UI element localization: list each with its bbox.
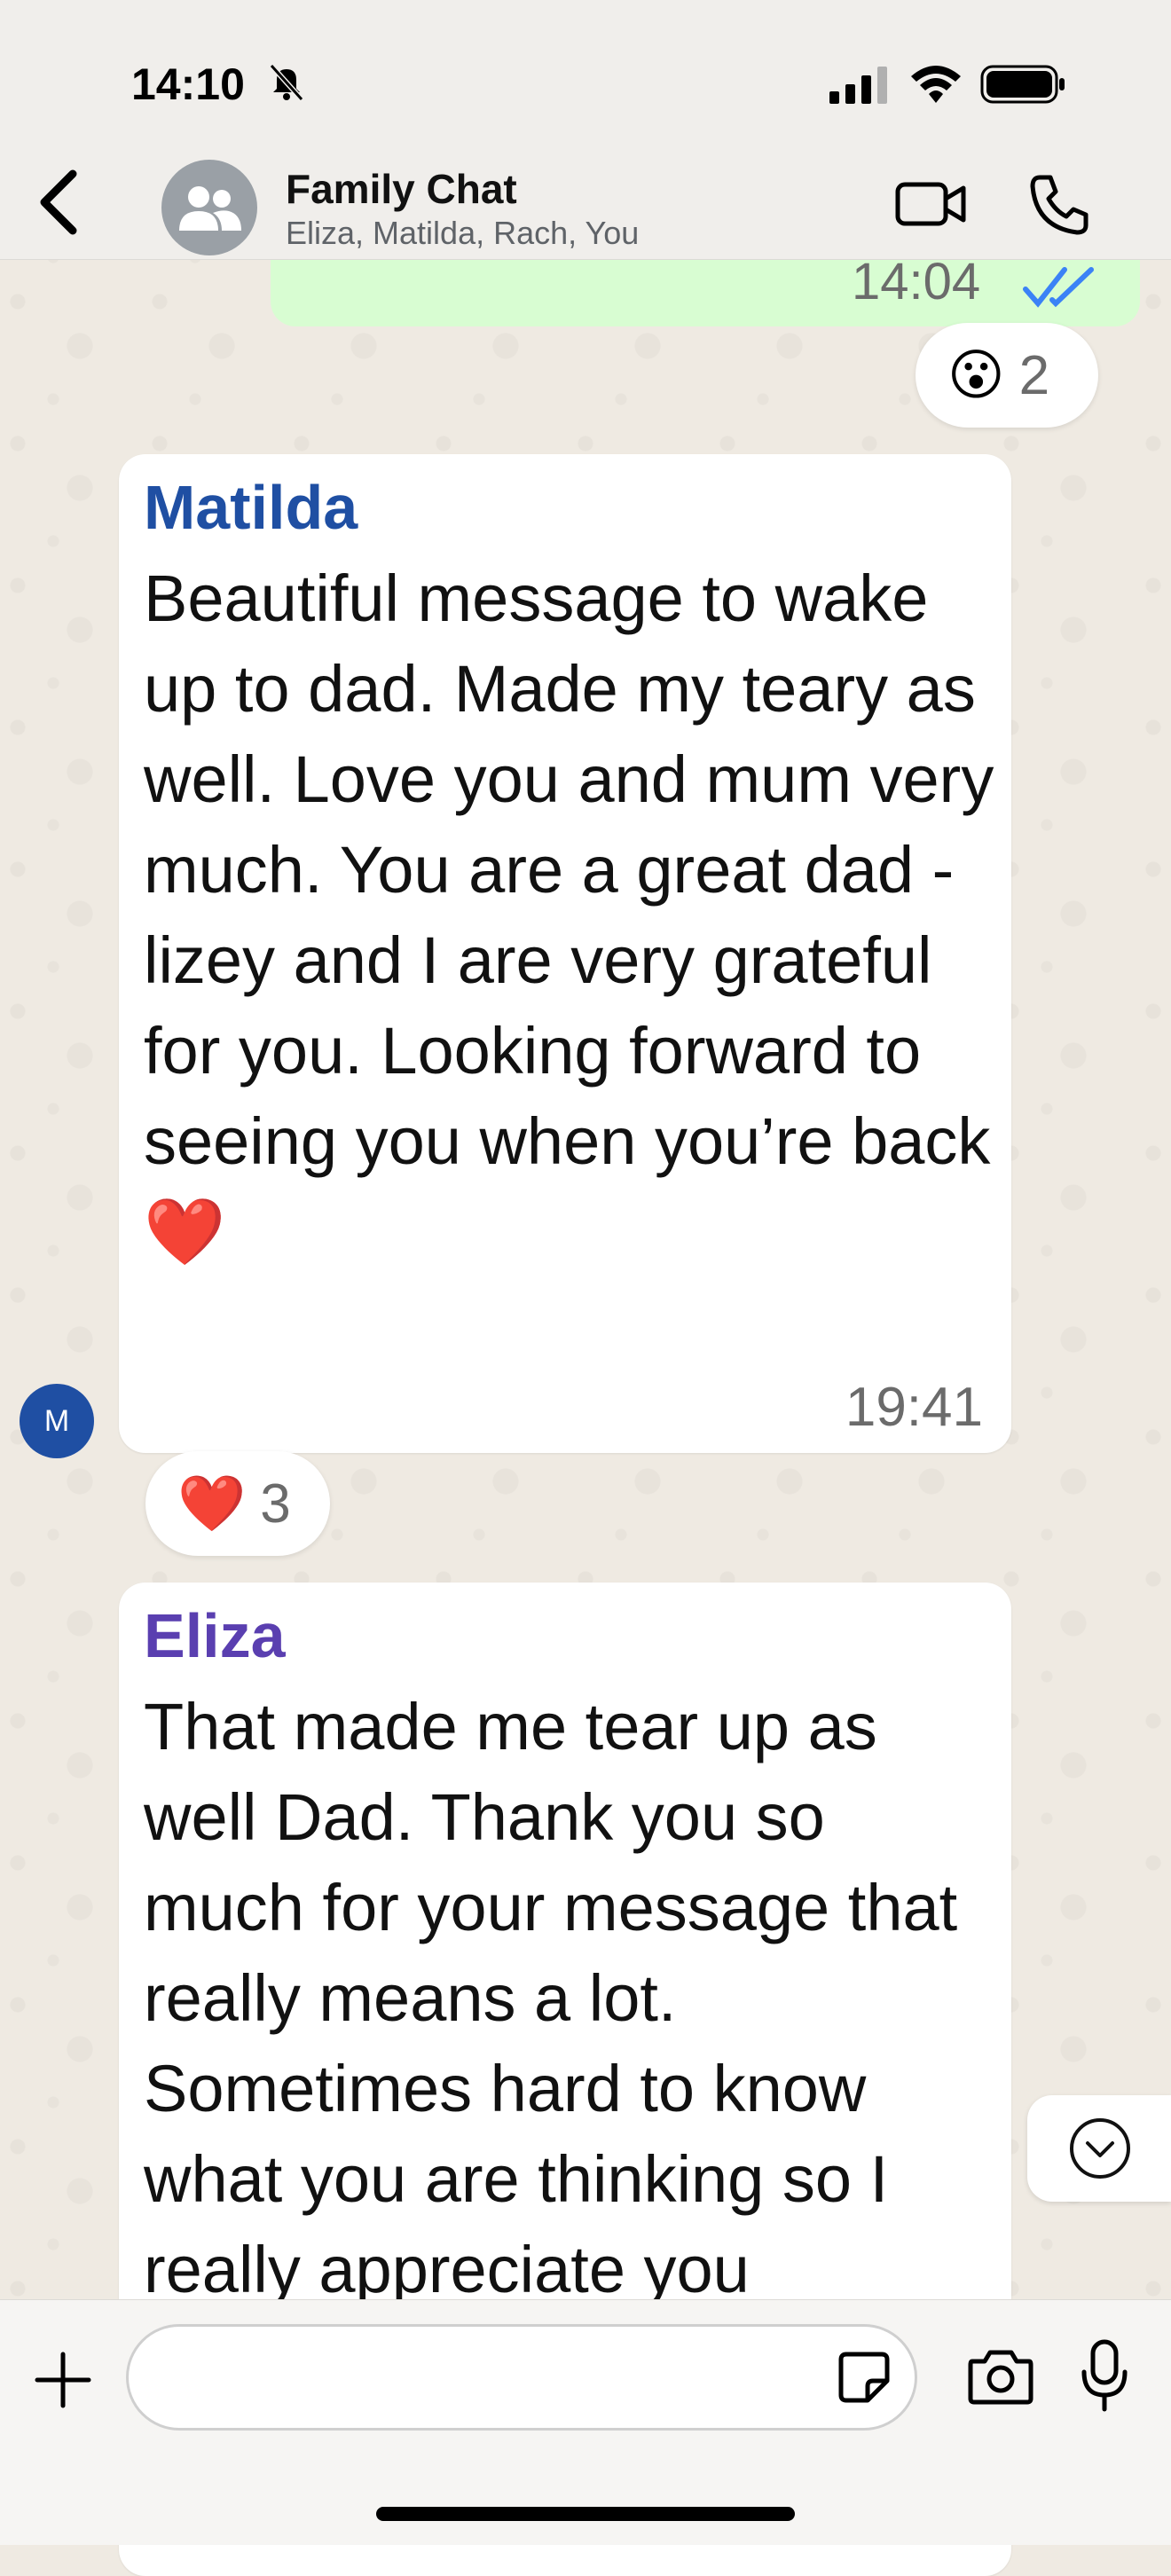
reaction-badge[interactable]: 😮 2 [916, 323, 1098, 428]
outgoing-message-bubble[interactable] [271, 259, 1140, 326]
message-input[interactable] [126, 2324, 917, 2431]
cellular-signal-icon [829, 67, 887, 104]
group-avatar[interactable] [161, 160, 257, 255]
voice-call-button[interactable] [1027, 172, 1091, 236]
avatar-initial: M [43, 1403, 70, 1438]
read-receipt-icon [1023, 267, 1094, 308]
message-sender-name: Matilda [144, 473, 358, 542]
chat-title[interactable]: Family Chat [286, 165, 517, 213]
avatar[interactable]: M [20, 1384, 94, 1458]
reaction-count: 2 [1018, 344, 1050, 406]
message-time: 19:41 [845, 1377, 983, 1438]
video-call-button[interactable] [894, 174, 969, 234]
microphone-button[interactable] [1079, 2338, 1130, 2413]
status-bar-time: 14:10 [131, 59, 245, 109]
reaction-count: 3 [260, 1473, 291, 1535]
message-text: Beautiful message to wake up to dad. Mad… [144, 562, 994, 1268]
message-sender-name: Eliza [144, 1601, 286, 1670]
sticker-button[interactable] [837, 2351, 891, 2404]
home-indicator[interactable] [376, 2507, 795, 2521]
reaction-badge[interactable]: ❤️ 3 [145, 1451, 330, 1556]
camera-button[interactable] [967, 2345, 1034, 2406]
outgoing-message-time: 14:04 [852, 253, 981, 310]
attach-plus-button[interactable] [32, 2349, 94, 2411]
astonished-emoji-icon: 😮 [947, 342, 1005, 407]
incoming-message-bubble[interactable]: Matilda Beautiful message to wake up to … [119, 454, 1011, 1453]
scroll-to-bottom-button[interactable] [1027, 2095, 1171, 2202]
battery-icon [980, 65, 1065, 104]
message-text: That made me tear up as well Dad. Thank … [144, 1690, 958, 2306]
bell-off-icon [269, 63, 304, 102]
group-people-icon [179, 186, 241, 231]
heart-emoji-icon: ❤️ [177, 1471, 247, 1535]
back-button[interactable] [28, 165, 85, 240]
chat-participants[interactable]: Eliza, Matilda, Rach, You [286, 215, 639, 252]
wifi-icon [911, 66, 961, 103]
chevron-down-circle-icon [1070, 2118, 1130, 2179]
